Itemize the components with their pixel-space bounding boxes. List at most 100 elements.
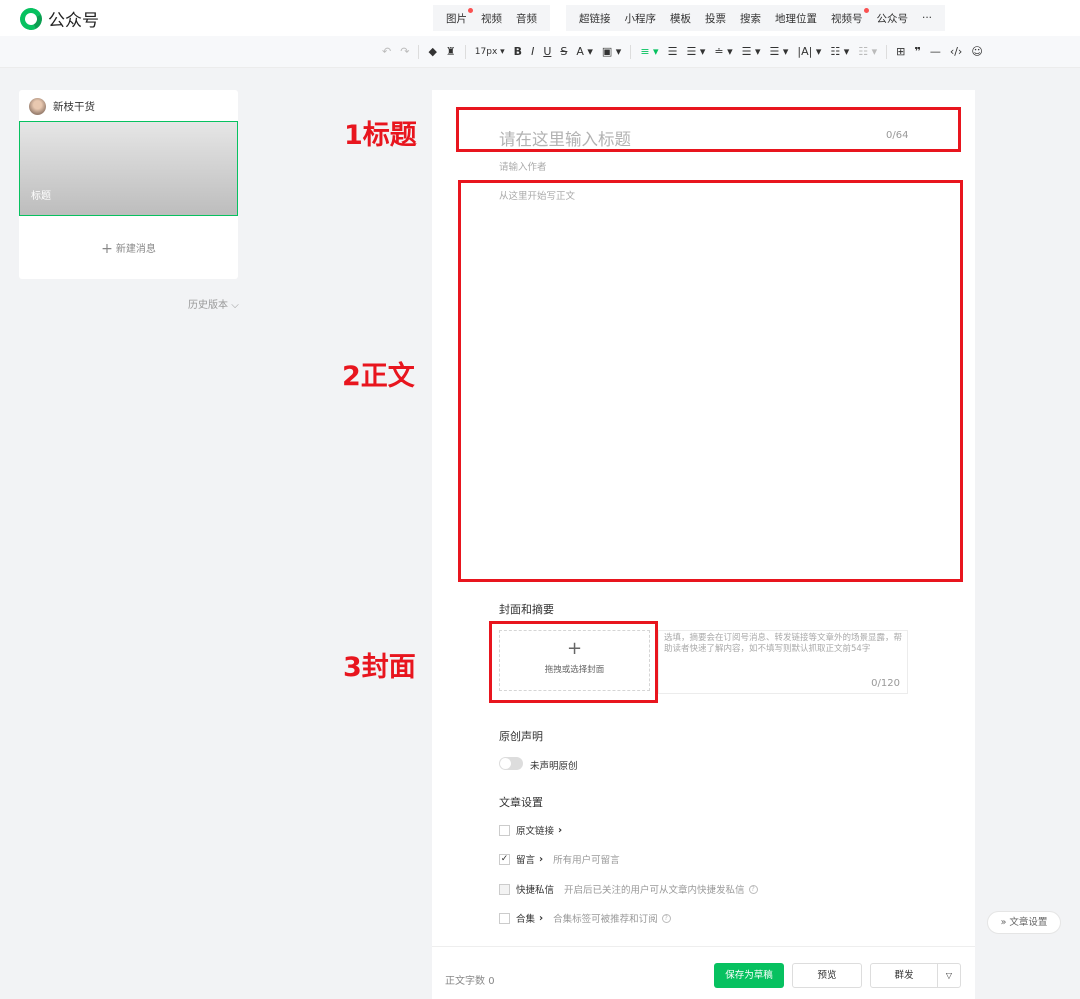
align-left-icon[interactable]: ≡ ▾ (640, 44, 658, 60)
insert-image-button[interactable]: 图片 (446, 7, 473, 26)
align-center-icon[interactable]: ☰ ▾ (686, 44, 705, 60)
horizontal-rule-icon[interactable]: — (930, 44, 941, 60)
insert-search-button[interactable]: 搜索 (740, 11, 761, 26)
wechat-official-logo-icon (16, 4, 46, 33)
article-settings-label: 文章设置 (1009, 917, 1048, 928)
avatar (29, 98, 46, 115)
history-label: 历史版本 (188, 300, 228, 311)
checkbox[interactable] (499, 824, 510, 836)
more-button[interactable]: ··· (922, 12, 932, 24)
publish-button-group: 群发 ▽ (870, 963, 961, 988)
summary-input[interactable]: 选填，摘要会在订阅号消息、转发链接等文章外的场景显露，帮助读者快速了解内容，如不… (658, 630, 908, 694)
insert-video-button[interactable]: 视频 (481, 11, 502, 26)
undo-icon[interactable]: ↶ (382, 44, 391, 60)
help-icon[interactable]: ? (661, 913, 671, 923)
insert-template-button[interactable]: 模板 (670, 11, 691, 26)
indent-icon[interactable]: ☰ (668, 44, 678, 60)
option-original-link[interactable]: 原文链接 › (499, 823, 562, 837)
option-desc: 所有用户可留言 (553, 855, 620, 866)
annotation-label-title: 1标题 (344, 120, 417, 151)
insert-channels-button[interactable]: 视频号 (831, 7, 868, 26)
checkbox-checked[interactable]: ✓ (499, 853, 510, 865)
option-desc: 开启后已关注的用户可从文章内快捷发私信 (564, 885, 745, 896)
preview-button[interactable]: 预览 (792, 963, 862, 988)
toolbar-divider (464, 45, 466, 59)
insert-location-button[interactable]: 地理位置 (775, 11, 817, 26)
insert-audio-button[interactable]: 音频 (516, 11, 537, 26)
plus-icon: + (101, 241, 113, 257)
option-comments[interactable]: ✓ 留言 › 所有用户可留言 (499, 852, 620, 866)
quote-icon[interactable]: ❞ (914, 44, 920, 60)
code-icon[interactable]: ‹/› (950, 44, 963, 60)
save-draft-button[interactable]: 保存为草稿 (714, 963, 784, 988)
font-color-glyph: A (576, 45, 584, 58)
original-toggle-label: 未声明原创 (530, 761, 578, 772)
underline-icon[interactable]: U (543, 44, 551, 60)
italic-icon[interactable]: I (531, 44, 534, 60)
article-list-card: 新枝干货 标题 + 新建消息 (19, 90, 238, 279)
annotation-label-body: 2正文 (342, 361, 415, 392)
toolbar-divider (886, 45, 888, 59)
format-toolbar: ↶ ↷ ◆ ♜ 17px ▾ B I U S A ▾ ▣ ▾ ≡ ▾ ☰ ☰ ▾… (0, 36, 1080, 68)
checkbox-disabled[interactable] (499, 883, 510, 895)
option-collection[interactable]: 合集 › 合集标签可被推荐和订阅 ? (499, 911, 671, 925)
cover-section-title: 封面和摘要 (499, 603, 554, 616)
word-count: 正文字数 0 (445, 972, 495, 987)
background-color-icon[interactable]: ▣ ▾ (602, 44, 621, 60)
new-message-button[interactable]: + 新建消息 (19, 240, 238, 257)
insert-hyperlink-button[interactable]: 超链接 (579, 11, 611, 26)
insert-account-button[interactable]: 公众号 (877, 11, 909, 26)
option-label: 留言 (516, 855, 536, 866)
font-size-value: 17px (474, 47, 498, 57)
account-info: 新枝干货 (29, 98, 95, 115)
original-toggle[interactable] (499, 757, 523, 770)
ordered-list-icon[interactable]: ☷ ▾ (858, 44, 877, 60)
summary-char-count: 0/120 (871, 678, 900, 689)
bold-icon[interactable]: B (514, 44, 522, 60)
history-version-button[interactable]: 历史版本 ⌵ (188, 296, 239, 311)
list-indent-icon[interactable]: ☰ ▾ (770, 44, 789, 60)
line-height-icon[interactable]: ☰ ▾ (742, 44, 761, 60)
article-thumbnail[interactable]: 标题 (19, 121, 238, 216)
article-settings-float-button[interactable]: » 文章设置 (987, 911, 1061, 934)
word-count-label: 正文字数 (445, 976, 485, 987)
insert-vote-button[interactable]: 投票 (705, 11, 726, 26)
font-size-select[interactable]: 17px ▾ (475, 44, 505, 60)
original-section-title: 原创声明 (499, 730, 543, 743)
double-chevron-icon: » (1000, 917, 1007, 928)
clear-format-icon[interactable]: ◆ (428, 44, 436, 60)
letter-spacing-icon[interactable]: |A| ▾ (797, 44, 821, 60)
annotation-box-cover (489, 621, 658, 703)
checkbox[interactable] (499, 912, 510, 924)
bullet-list-icon[interactable]: ☷ ▾ (830, 44, 849, 60)
help-icon[interactable]: ? (748, 884, 758, 894)
word-count-value: 0 (488, 976, 495, 987)
option-label: 快捷私信 (516, 885, 555, 896)
app-logo[interactable]: 公众号 (16, 4, 99, 33)
option-quick-message[interactable]: 快捷私信 开启后已关注的用户可从文章内快捷发私信 ? (499, 882, 758, 896)
toolbar-divider (418, 45, 420, 59)
annotation-box-title (456, 107, 961, 152)
insert-miniprogram-button[interactable]: 小程序 (625, 11, 657, 26)
article-thumbnail-title: 标题 (31, 191, 51, 202)
font-color-icon[interactable]: A ▾ (576, 44, 593, 60)
chevron-right-icon: › (539, 912, 544, 924)
option-desc: 合集标签可被推荐和订阅 (553, 914, 658, 925)
chevron-down-icon: ⌵ (231, 300, 239, 311)
footer-divider (432, 946, 975, 947)
chevron-right-icon: › (558, 824, 563, 836)
top-bar: 公众号 图片 视频 音频 超链接 小程序 模板 投票 搜索 地理位置 视频号 公… (0, 0, 1080, 36)
app-name: 公众号 (48, 11, 99, 31)
redo-icon[interactable]: ↷ (400, 44, 409, 60)
summary-placeholder: 选填，摘要会在订阅号消息、转发链接等文章外的场景显露，帮助读者快速了解内容，如不… (664, 633, 903, 654)
paragraph-spacing-icon[interactable]: ≐ ▾ (714, 44, 732, 60)
publish-button[interactable]: 群发 (871, 964, 938, 987)
chevron-down-icon[interactable]: ▽ (938, 964, 960, 987)
author-input[interactable]: 请输入作者 (499, 159, 547, 173)
table-icon[interactable]: ⊞ (896, 44, 905, 60)
emoji-icon[interactable]: ☺ (971, 44, 982, 60)
format-painter-icon[interactable]: ♜ (446, 44, 456, 60)
strikethrough-icon[interactable]: S (560, 44, 567, 60)
toolbar-divider (630, 45, 632, 59)
settings-section-title: 文章设置 (499, 796, 543, 809)
